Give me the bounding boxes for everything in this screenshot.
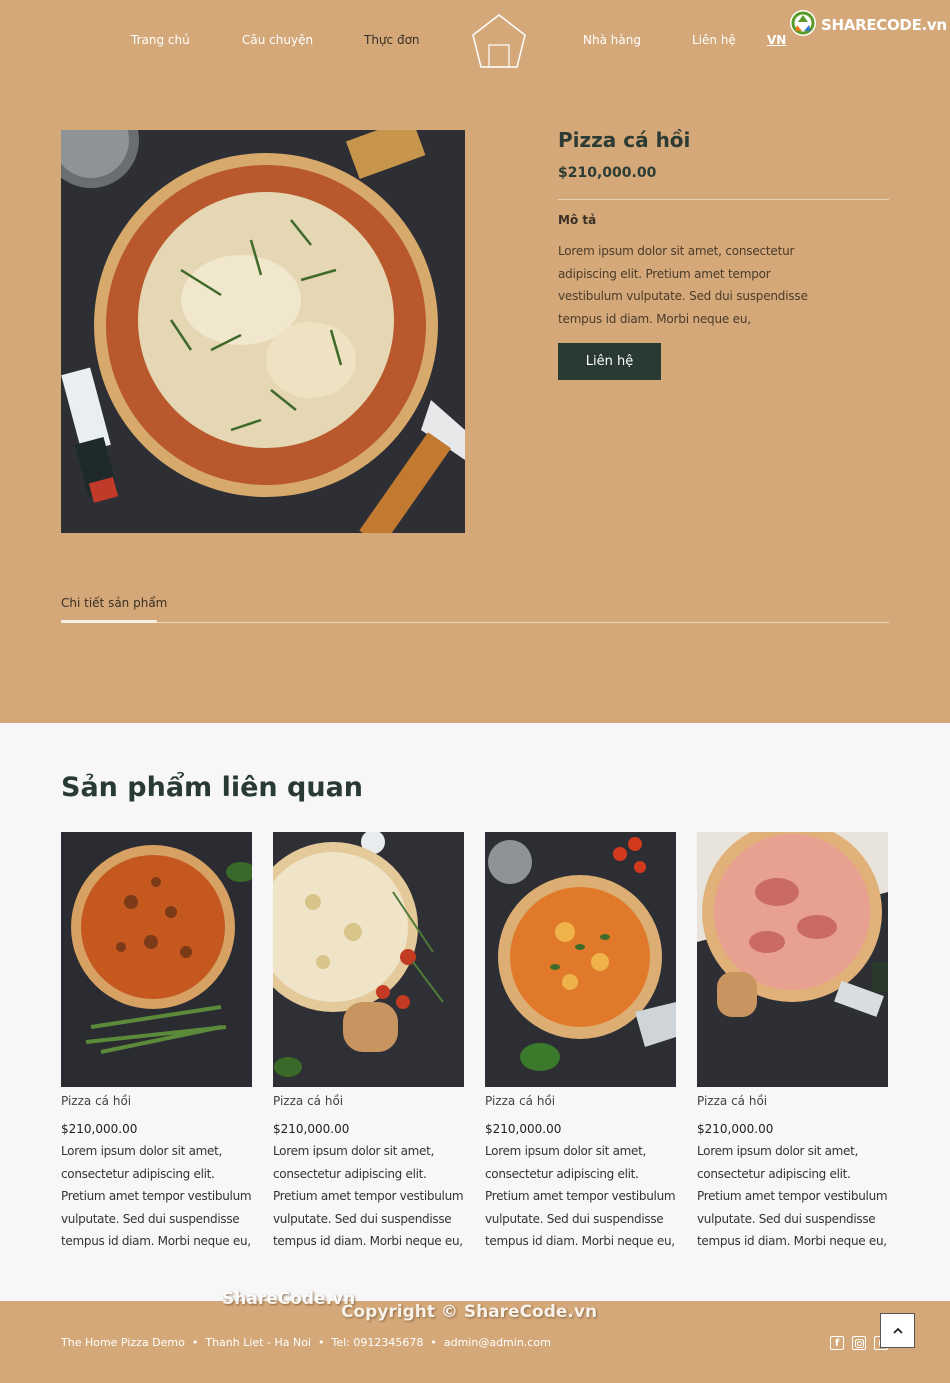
sharecode-logo: SHARECODE.vn: [789, 9, 947, 42]
contact-button[interactable]: Liên hệ: [558, 343, 661, 380]
divider: [558, 199, 889, 200]
related-product-price: $210,000.00: [697, 1122, 774, 1136]
related-product-name[interactable]: Pizza cá hồi: [485, 1094, 555, 1108]
instagram-icon[interactable]: [852, 1336, 866, 1350]
related-product-description: Lorem ipsum dolor sit amet, consectetur …: [697, 1144, 888, 1248]
related-product-price: $210,000.00: [273, 1122, 350, 1136]
related-product-description: Lorem ipsum dolor sit amet, consectetur …: [273, 1144, 464, 1248]
related-product-image[interactable]: [697, 832, 888, 1087]
related-product-card[interactable]: Pizza cá hồi $210,000.00 Lorem ipsum dol…: [273, 832, 464, 1248]
footer-email[interactable]: admin@admin.com: [444, 1336, 551, 1349]
footer-separator: •: [430, 1336, 437, 1349]
product-title: Pizza cá hồi: [558, 128, 691, 152]
related-product-card[interactable]: Pizza cá hồi $210,000.00 Lorem ipsum dol…: [485, 832, 676, 1248]
back-to-top-button[interactable]: [880, 1313, 915, 1348]
active-tab-indicator: [61, 620, 157, 623]
product-hero-section: Trang chủ Câu chuyện Thực đơn Nhà hàng L…: [0, 0, 950, 723]
related-product-description: Lorem ipsum dolor sit amet, consectetur …: [61, 1144, 252, 1248]
footer-info: The Home Pizza Demo • Thanh Liet - Ha Noi •…: [61, 1336, 551, 1349]
related-product-description: Lorem ipsum dolor sit amet, consectetur …: [485, 1144, 676, 1248]
description-label: Mô tả: [558, 213, 597, 227]
footer-address: Thanh Liet - Ha Noi: [205, 1336, 311, 1349]
tab-product-details[interactable]: Chi tiết sản phẩm: [61, 596, 167, 610]
footer: ShareCode.vn Copyright © ShareCode.vn Th…: [0, 1289, 950, 1383]
related-product-image[interactable]: [61, 832, 252, 1087]
footer-site-name: The Home Pizza Demo: [61, 1336, 185, 1349]
related-product-price: $210,000.00: [61, 1122, 138, 1136]
product-image: [61, 130, 465, 533]
product-price: $210,000.00: [558, 165, 657, 181]
related-product-name[interactable]: Pizza cá hồi: [61, 1094, 131, 1108]
related-products-title: Sản phẩm liên quan: [61, 772, 364, 803]
footer-separator: •: [317, 1336, 325, 1349]
nav-story[interactable]: Câu chuyện: [242, 33, 313, 47]
related-product-card[interactable]: Pizza cá hồi $210,000.00 Lorem ipsum dol…: [697, 832, 888, 1248]
nav-home[interactable]: Trang chủ: [131, 33, 190, 47]
watermark-text: ShareCode.vn: [222, 1289, 356, 1309]
related-product-name[interactable]: Pizza cá hồi: [273, 1094, 343, 1108]
related-product-image[interactable]: [273, 832, 464, 1087]
chevron-up-icon: [892, 1322, 904, 1340]
language-switch[interactable]: VN: [767, 33, 786, 47]
nav-menu[interactable]: Thực đơn: [364, 33, 420, 47]
copyright-watermark: Copyright © ShareCode.vn: [341, 1302, 598, 1322]
logo-house-icon[interactable]: [471, 13, 527, 69]
related-product-name[interactable]: Pizza cá hồi: [697, 1094, 767, 1108]
related-product-price: $210,000.00: [485, 1122, 562, 1136]
nav-contact[interactable]: Liên hệ: [692, 33, 736, 47]
related-product-card[interactable]: Pizza cá hồi $210,000.00 Lorem ipsum dol…: [61, 832, 252, 1248]
footer-separator: •: [191, 1336, 199, 1349]
tabs-divider: [61, 622, 889, 623]
related-product-image[interactable]: [485, 832, 676, 1087]
facebook-icon[interactable]: f: [830, 1336, 844, 1350]
sharecode-logo-text: SHARECODE.vn: [821, 16, 947, 34]
nav-restaurant[interactable]: Nhà hàng: [583, 33, 641, 47]
sharecode-recycle-icon: [789, 9, 817, 42]
product-description: Lorem ipsum dolor sit amet, consectetur …: [558, 244, 808, 326]
footer-phone: Tel: 0912345678: [331, 1336, 424, 1349]
